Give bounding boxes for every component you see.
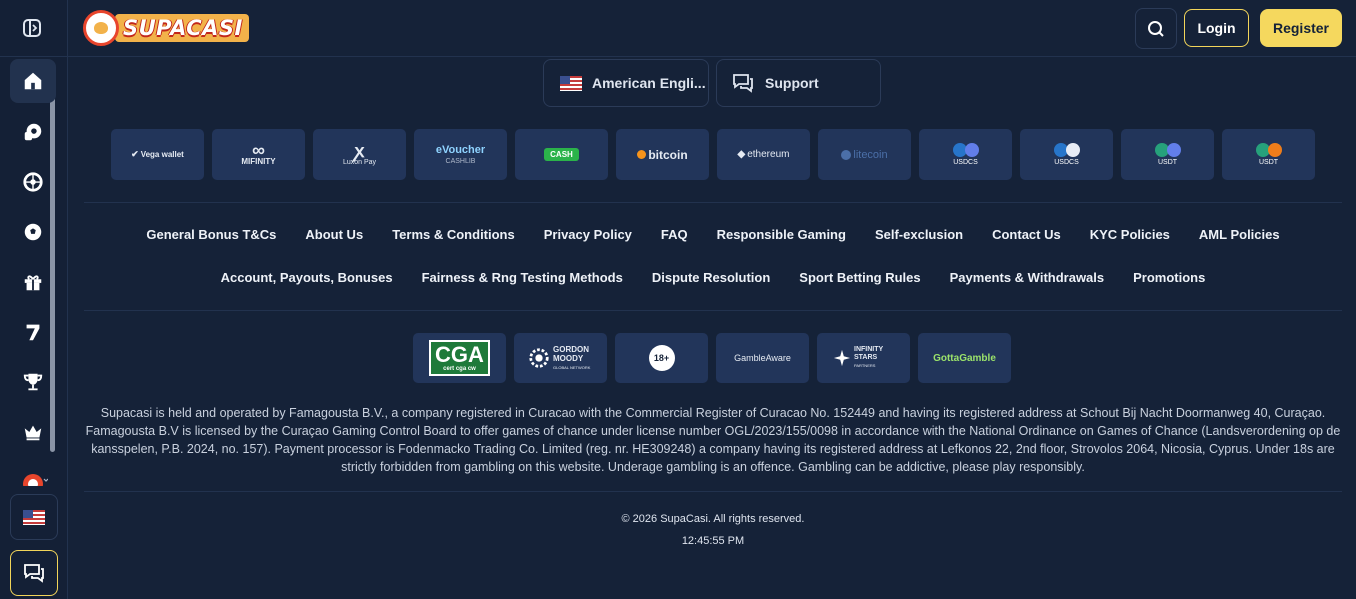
support-label: Support <box>765 75 819 91</box>
license-gordon-moody[interactable]: GORDON MOODY GLOBAL NETWORK <box>514 333 607 383</box>
star-burst-icon <box>833 349 851 367</box>
footer-link[interactable]: About Us <box>305 227 363 242</box>
home-icon <box>24 72 42 90</box>
roulette-icon <box>23 172 43 192</box>
footer-link[interactable]: Sport Betting Rules <box>799 270 920 285</box>
sidebar-item-promotions[interactable] <box>10 260 56 304</box>
license-gambleaware[interactable]: GambleAware <box>716 333 809 383</box>
luxon-icon: ꭗ <box>354 141 365 161</box>
language-selector[interactable]: American Engli... <box>543 59 709 107</box>
sidebar-item-sports[interactable] <box>10 210 56 254</box>
chat-icon <box>733 74 753 93</box>
footer-link[interactable]: FAQ <box>661 227 688 242</box>
license-badges: CGA cert cga cw GORDON MOODY GLOBAL NETWOR… <box>413 333 1011 383</box>
payment-cash: CASH <box>515 129 608 180</box>
partial-badge-icon <box>23 474 48 486</box>
footer-link[interactable]: KYC Policies <box>1090 227 1170 242</box>
bitcoin-icon <box>637 150 647 159</box>
divider <box>84 491 1342 492</box>
sidebar-toggle-icon[interactable] <box>22 18 42 38</box>
payment-ethereum: ◆ ethereum <box>717 129 810 180</box>
payment-luxon-pay: ꭗ Luxon Pay <box>313 129 406 180</box>
gift-icon <box>24 275 42 291</box>
license-18-plus[interactable]: 18+ <box>615 333 708 383</box>
sidebar-item-slots[interactable] <box>10 310 56 354</box>
us-flag-icon <box>560 75 582 91</box>
sidebar <box>0 0 68 599</box>
payment-litecoin: litecoin <box>818 129 911 180</box>
divider <box>84 202 1342 203</box>
copyright-text: © 2026 SupaCasi. All rights reserved. <box>621 513 805 525</box>
seven-slot-icon <box>26 324 40 341</box>
login-button[interactable]: Login <box>1184 9 1249 47</box>
ethereum-icon: ◆ <box>737 149 746 160</box>
footer-link[interactable]: Responsible Gaming <box>717 227 846 242</box>
sidebar-item-vip[interactable] <box>10 410 56 454</box>
top-header: SUPACASI Login Register <box>68 0 1356 57</box>
sidebar-language-button[interactable] <box>10 494 58 540</box>
license-cga[interactable]: CGA cert cga cw <box>413 333 506 383</box>
payment-mifinity: ∞ MIFINITY <box>212 129 305 180</box>
payment-vega-wallet: ✔ Vega wallet <box>111 129 204 180</box>
footer-link[interactable]: Dispute Resolution <box>652 270 770 285</box>
footer-link[interactable]: General Bonus T&Cs <box>146 227 276 242</box>
footer-link[interactable]: Account, Payouts, Bonuses <box>221 270 393 285</box>
legal-disclaimer: Supacasi is held and operated by Famagou… <box>85 406 1341 474</box>
sidebar-item-tournaments[interactable] <box>10 360 56 404</box>
register-button[interactable]: Register <box>1260 9 1342 47</box>
payment-usdc-erc20: USDCS <box>1020 129 1113 180</box>
soccer-ball-icon <box>24 223 42 241</box>
support-button[interactable]: Support <box>716 59 881 107</box>
sidebar-chat-button[interactable] <box>10 550 58 596</box>
payment-methods: ✔ Vega wallet ∞ MIFINITY ꭗ Luxon Pay eVouch… <box>111 129 1315 180</box>
payment-usdt-erc20: USDT <box>1121 129 1214 180</box>
logo-cat-icon <box>83 10 119 46</box>
payment-bitcoin: bitcoin <box>616 129 709 180</box>
us-flag-icon <box>23 509 45 525</box>
payment-evoucher: eVoucher CASHLIB <box>414 129 507 180</box>
search-button[interactable] <box>1135 8 1177 49</box>
divider <box>84 310 1342 311</box>
sidebar-item-roulette[interactable] <box>10 160 56 204</box>
footer-link[interactable]: Privacy Policy <box>544 227 632 242</box>
logo-text: SUPACASI <box>115 14 249 42</box>
current-time: 12:45:55 PM <box>681 535 745 547</box>
footer-links-row-1: General Bonus T&Cs About Us Terms & Condit… <box>84 227 1342 242</box>
trophy-icon <box>23 373 43 391</box>
footer-link[interactable]: Promotions <box>1133 270 1205 285</box>
footer-link[interactable]: AML Policies <box>1199 227 1280 242</box>
sidebar-divider <box>0 56 68 57</box>
footer-link[interactable]: Contact Us <box>992 227 1061 242</box>
sidebar-item-home[interactable] <box>10 59 56 103</box>
site-logo[interactable]: SUPACASI <box>83 9 249 47</box>
crown-icon <box>24 425 42 441</box>
payment-usdc-bep20: USDCS <box>919 129 1012 180</box>
footer-link[interactable]: Payments & Withdrawals <box>950 270 1104 285</box>
casino-chip-icon <box>24 123 42 141</box>
footer-link[interactable]: Fairness & Rng Testing Methods <box>422 270 623 285</box>
litecoin-icon <box>841 149 852 160</box>
sidebar-item-more[interactable] <box>22 470 48 486</box>
infinity-icon: ∞ <box>252 140 265 160</box>
license-infinity-stars[interactable]: INFINITY STARS PARTNERS <box>817 333 910 383</box>
license-gottagamble[interactable]: GottaGamble <box>918 333 1011 383</box>
search-icon <box>1148 20 1164 37</box>
payment-usdt-trc20: USDT <box>1222 129 1315 180</box>
gordon-moody-icon <box>529 348 549 368</box>
chat-icon <box>24 564 44 583</box>
language-label: American Engli... <box>592 75 706 91</box>
sidebar-item-casino[interactable] <box>10 110 56 154</box>
footer-link[interactable]: Terms & Conditions <box>392 227 515 242</box>
footer-links-row-2: Account, Payouts, Bonuses Fairness & Rng … <box>84 270 1342 285</box>
footer-link[interactable]: Self-exclusion <box>875 227 963 242</box>
